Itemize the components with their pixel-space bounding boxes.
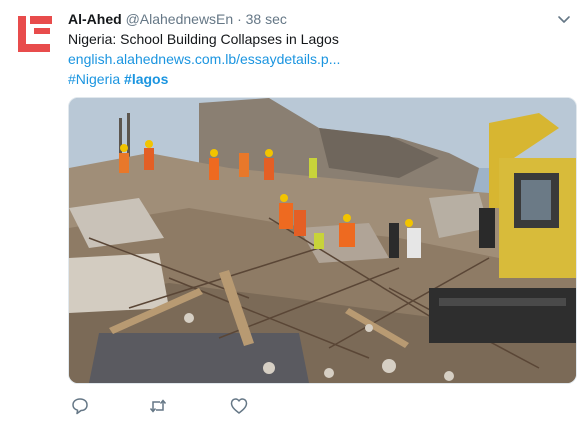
retweet-icon[interactable] bbox=[148, 396, 168, 416]
author-handle[interactable]: @AlahednewsEn bbox=[126, 11, 234, 27]
separator: · bbox=[237, 11, 242, 27]
tweet-link[interactable]: english.alahednews.com.lb/essaydetails.p… bbox=[68, 49, 340, 69]
tweet-header: Al-Ahed @AlahednewsEn · 38 sec bbox=[68, 9, 545, 29]
tweet-hashtags: #Nigeria #lagos bbox=[68, 69, 168, 89]
hashtag-nigeria[interactable]: #Nigeria bbox=[68, 71, 120, 87]
reply-icon[interactable] bbox=[70, 396, 90, 416]
tweet-card[interactable]: Al-Ahed @AlahednewsEn · 38 sec Nigeria: … bbox=[0, 0, 585, 421]
heart-icon[interactable] bbox=[229, 396, 249, 416]
tweet-photo[interactable] bbox=[68, 97, 577, 384]
hashtag-lagos[interactable]: #lagos bbox=[124, 71, 168, 87]
tweet-text: Nigeria: School Building Collapses in La… bbox=[68, 31, 339, 47]
avatar[interactable] bbox=[14, 10, 56, 52]
alahed-logo-icon bbox=[18, 16, 52, 52]
author-name[interactable]: Al-Ahed bbox=[68, 11, 122, 27]
collapsed-building-photo bbox=[69, 98, 576, 383]
chevron-down-icon[interactable] bbox=[555, 10, 573, 28]
timestamp[interactable]: 38 sec bbox=[246, 11, 287, 27]
